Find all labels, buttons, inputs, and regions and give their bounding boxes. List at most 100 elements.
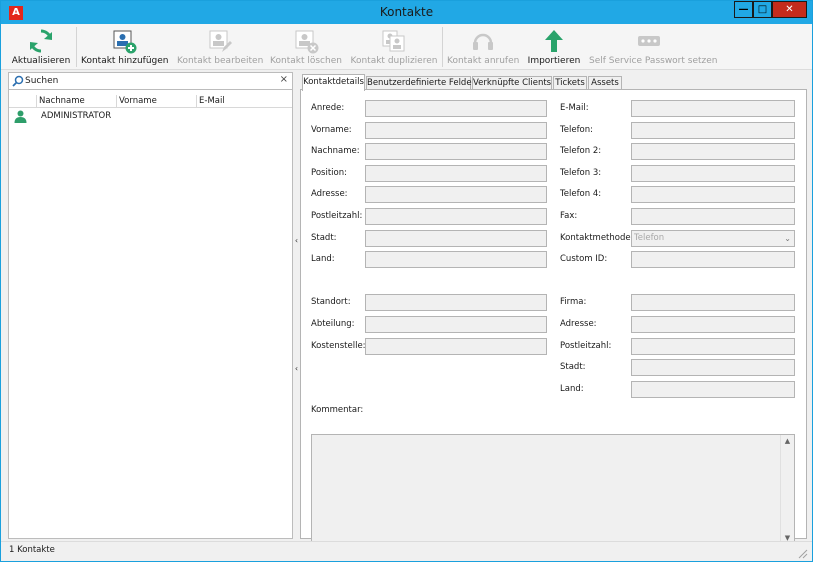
duplicate-contact-button[interactable]: Kontakt duplizieren [349,27,439,69]
label-firma: Firma: [560,297,587,307]
email-field[interactable] [631,100,795,117]
column-header-email[interactable]: E-Mail [196,95,292,108]
resize-grip-icon[interactable] [798,549,808,559]
telefon-3-field[interactable] [631,165,795,182]
label-telefon-4: Telefon 4: [560,189,602,199]
window: A Kontakte — □ ✕ Aktualisieren Kontakt h… [0,0,813,562]
label-telefon: Telefon: [560,125,594,135]
firma-land-field[interactable] [631,381,795,398]
arrow-up-icon [545,30,563,52]
close-button[interactable]: ✕ [772,1,807,18]
maximize-icon: □ [757,4,768,15]
headset-icon [473,33,493,50]
person-icon [14,110,27,123]
kontaktmethode-value: Telefon [634,233,665,243]
fax-field[interactable] [631,208,795,225]
postleitzahl-field[interactable] [365,208,547,225]
close-icon: ✕ [785,4,794,15]
comment-scrollbar[interactable]: ▲ ▼ [780,435,794,545]
label-kommentar: Kommentar: [311,405,364,415]
custom-id-field[interactable] [631,251,795,268]
window-title: Kontakte [379,5,434,19]
tab-benutzerdefinierte-felder[interactable]: Benutzerdefinierte Felder [366,76,475,90]
duplicate-contact-icon [382,30,405,52]
minimize-button[interactable]: — [734,1,753,18]
edit-contact-icon [209,30,232,52]
firma-field[interactable] [631,294,795,311]
position-field[interactable] [365,165,547,182]
label-firma-land: Land: [560,384,584,394]
label-land: Land: [311,254,335,264]
delete-contact-label: Kontakt löschen [270,56,342,66]
kommentar-textarea[interactable]: ▲ ▼ [311,434,795,546]
label-adresse: Adresse: [311,189,348,199]
tab-tickets[interactable]: Tickets [553,76,587,90]
contact-list-panel: × Nachname Vorname E-Mail ADMINISTRATOR [8,72,293,539]
standort-field[interactable] [365,294,547,311]
label-fax: Fax: [560,211,578,221]
firma-adresse-field[interactable] [631,316,795,333]
table-row[interactable]: ADMINISTRATOR [9,109,292,123]
stadt-field[interactable] [365,230,547,247]
chevron-down-icon: ⌄ [784,234,791,243]
add-contact-icon [113,30,137,54]
password-icon [638,36,660,46]
column-header-vorname[interactable]: Vorname [116,95,196,108]
label-kostenstelle: Kostenstelle: [311,341,366,351]
label-position: Position: [311,168,347,178]
label-custom-id: Custom ID: [560,254,608,264]
panel-splitter[interactable]: ‹ ‹ [293,72,300,539]
tab-verknuepfte-clients[interactable]: Verknüpfte Clients [472,76,552,90]
column-header-icon [9,95,35,108]
details-panel: Kontaktdetails Benutzerdefinierte Felder… [300,72,807,546]
kontaktmethode-select[interactable]: Telefon ⌄ [631,230,795,247]
abteilung-field[interactable] [365,316,547,333]
import-button[interactable]: Importieren [525,27,583,69]
search-input[interactable] [25,74,277,88]
nachname-field[interactable] [365,143,547,160]
scroll-up-icon[interactable]: ▲ [781,435,794,448]
delete-contact-button[interactable]: Kontakt löschen [269,27,343,69]
collapse-left-icon[interactable]: ‹ [293,236,300,246]
label-firma-adresse: Adresse: [560,319,597,329]
tab-assets[interactable]: Assets [588,76,622,90]
toolbar-separator [76,27,77,67]
cell-nachname: ADMINISTRATOR [41,111,112,121]
self-service-password-button[interactable]: Self Service Passwort setzen [589,27,718,69]
clear-search-icon[interactable]: × [280,74,288,85]
label-telefon-3: Telefon 3: [560,168,602,178]
refresh-button[interactable]: Aktualisieren [9,27,73,69]
telefon-field[interactable] [631,122,795,139]
refresh-label: Aktualisieren [11,56,71,66]
self-service-password-label: Self Service Passwort setzen [589,56,718,66]
label-telefon-2: Telefon 2: [560,146,602,156]
edit-contact-label: Kontakt bearbeiten [177,56,264,66]
add-contact-button[interactable]: Kontakt hinzufügen [81,27,169,69]
collapse-left-icon[interactable]: ‹ [293,364,300,374]
column-header-nachname[interactable]: Nachname [36,95,116,108]
call-contact-button[interactable]: Kontakt anrufen [447,27,519,69]
label-email: E-Mail: [560,103,589,113]
kostenstelle-field[interactable] [365,338,547,355]
land-field[interactable] [365,251,547,268]
telefon-4-field[interactable] [631,186,795,203]
call-contact-label: Kontakt anrufen [447,56,520,66]
add-contact-label: Kontakt hinzufügen [81,56,169,66]
duplicate-contact-label: Kontakt duplizieren [350,56,438,66]
anrede-field[interactable] [365,100,547,117]
edit-contact-button[interactable]: Kontakt bearbeiten [177,27,263,69]
status-bar: 1 Kontakte [1,541,812,561]
label-firma-stadt: Stadt: [560,362,586,372]
label-nachname: Nachname: [311,146,360,156]
toolbar-separator [442,27,443,67]
label-stadt: Stadt: [311,233,337,243]
firma-stadt-field[interactable] [631,359,795,376]
toolbar: Aktualisieren Kontakt hinzufügen Kontakt… [1,24,812,70]
firma-postleitzahl-field[interactable] [631,338,795,355]
vorname-field[interactable] [365,122,547,139]
telefon-2-field[interactable] [631,143,795,160]
search-bar: × [9,73,292,90]
maximize-button[interactable]: □ [753,1,772,18]
tab-kontaktdetails[interactable]: Kontaktdetails [302,74,365,91]
adresse-field[interactable] [365,186,547,203]
